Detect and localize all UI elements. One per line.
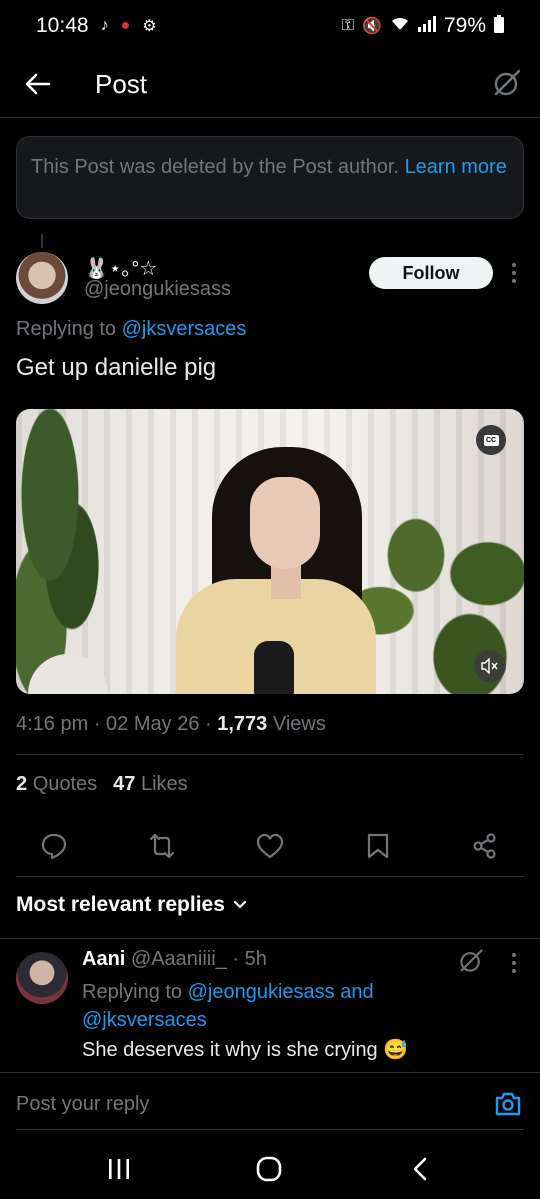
video-plant-left [16, 409, 116, 694]
author-handle[interactable]: @jeongukiesass [84, 278, 231, 301]
like-icon[interactable] [254, 830, 286, 862]
system-navigation-bar [0, 1140, 540, 1199]
post-text: Get up danielle pig [16, 354, 217, 381]
replies-sort-dropdown[interactable]: Most relevant replies [16, 893, 247, 917]
key-icon: ⚿ [341, 17, 355, 34]
reply-text: She deserves it why is she crying 😅 [82, 1039, 409, 1061]
repost-icon[interactable] [146, 830, 178, 862]
battery-icon [494, 14, 504, 38]
reply-composer: Post your reply [0, 1072, 540, 1130]
post-meta: 4:16 pm · 02 May 26 · 1,773 Views [16, 713, 326, 735]
chevron-down-icon [233, 900, 247, 909]
quotes-count: 2 [16, 773, 28, 795]
bookmark-icon[interactable] [362, 830, 394, 862]
likes-label: Likes [140, 773, 188, 795]
views-count: 1,773 [217, 713, 268, 735]
notification-app-icon: ● [120, 17, 131, 34]
divider [16, 754, 524, 755]
likes-count: 47 [113, 773, 136, 795]
reply-icon[interactable] [38, 830, 70, 862]
post-date: 02 May 26 [106, 713, 200, 735]
learn-more-link[interactable]: Learn more [405, 156, 507, 178]
reply-grok-icon[interactable] [458, 948, 484, 974]
replying-to-handle[interactable]: @jksversaces [122, 318, 247, 340]
post-video[interactable]: CC [16, 409, 524, 694]
author-avatar[interactable] [16, 252, 68, 304]
follow-button[interactable]: Follow [369, 257, 493, 289]
share-icon[interactable] [469, 830, 501, 862]
reply-author-handle[interactable]: @Aaaniiii_ [131, 948, 227, 970]
reply-time: · 5h [232, 948, 267, 970]
reply-replying-to-line: Replying to @jeongukiesass and @jksversa… [82, 978, 502, 1034]
reply-more-options-icon[interactable] [505, 950, 523, 976]
post-more-options-icon[interactable] [505, 260, 523, 286]
thread-connector-line [41, 234, 43, 248]
composer-underline [16, 1129, 524, 1130]
reply-input[interactable]: Post your reply [16, 1093, 149, 1116]
page-title: Post [95, 69, 148, 99]
post-time: 4:16 pm [16, 713, 89, 735]
views-label[interactable]: Views [273, 713, 326, 735]
reply-author-name[interactable]: Aani [82, 948, 125, 970]
reply-replying-prefix: Replying to [82, 981, 183, 1003]
quotes-label: Quotes [32, 773, 98, 795]
signal-icon [417, 15, 436, 37]
camera-icon[interactable] [494, 1091, 522, 1117]
wifi-icon [390, 16, 410, 37]
cc-icon: CC [483, 434, 499, 446]
deleted-notice-text: This Post was deleted by the Post author… [31, 156, 399, 178]
divider [0, 938, 540, 939]
top-app-bar: Post [0, 52, 540, 118]
grok-icon[interactable] [492, 68, 522, 98]
video-microphone [254, 641, 294, 694]
tiktok-icon: ♪ [100, 17, 109, 34]
divider [16, 876, 524, 877]
captions-button[interactable]: CC [476, 425, 506, 455]
status-time: 10:48 [36, 14, 89, 37]
back-arrow-icon[interactable] [22, 68, 54, 100]
post-stats: 2 Quotes 47 Likes [16, 773, 188, 796]
deleted-post-notice: This Post was deleted by the Post author… [16, 136, 524, 219]
replies-sort-label: Most relevant replies [16, 893, 225, 916]
replying-to-line: Replying to @jksversaces [16, 318, 246, 341]
video-mute-button[interactable] [474, 650, 506, 682]
replying-prefix: Replying to [16, 318, 117, 340]
recent-apps-icon[interactable] [101, 1154, 137, 1184]
settings-icon: ⚙ [142, 18, 157, 35]
reply-header: Aani @Aaaniiii_ · 5h [82, 948, 267, 971]
quotes-stat[interactable]: 2 Quotes [16, 773, 97, 796]
video-person-face [250, 477, 320, 569]
reply-author-avatar[interactable] [16, 952, 68, 1004]
speaker-muted-icon [481, 658, 498, 674]
post-action-bar [0, 826, 540, 866]
mute-icon: 🔇 [362, 18, 382, 35]
likes-stat[interactable]: 47 Likes [113, 773, 188, 796]
back-nav-icon[interactable] [402, 1154, 438, 1184]
battery-percent: 79% [443, 14, 486, 37]
home-icon[interactable] [251, 1154, 287, 1184]
author-display-name[interactable]: 🐰⋆｡°☆ [84, 252, 157, 281]
status-bar: 10:48 ♪ ● ⚙ ⚿ 🔇 79% [0, 0, 540, 52]
